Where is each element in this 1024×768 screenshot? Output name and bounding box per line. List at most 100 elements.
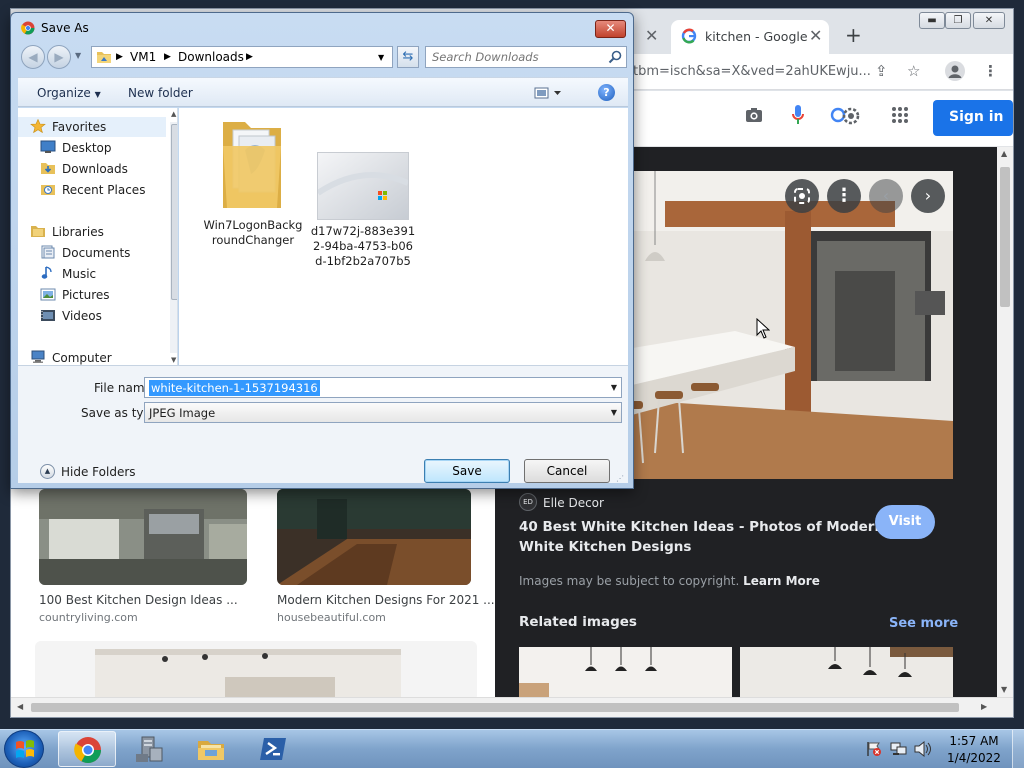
camera-search-icon[interactable] bbox=[745, 107, 763, 126]
nav-pane-scrollbar[interactable]: ▲ ▼ bbox=[170, 110, 177, 364]
start-button[interactable] bbox=[4, 730, 44, 768]
see-more-link[interactable]: See more bbox=[889, 616, 958, 631]
nav-computer[interactable]: Computer bbox=[18, 348, 166, 365]
search-downloads-input[interactable] bbox=[432, 50, 602, 64]
network-icon[interactable] bbox=[890, 741, 908, 760]
tab-kitchen-google[interactable]: kitchen - Google ✕ bbox=[671, 20, 829, 54]
tab-close-icon[interactable]: ✕ bbox=[809, 26, 822, 45]
dialog-close-button[interactable]: ✕ bbox=[595, 20, 626, 38]
taskbar-chrome[interactable] bbox=[58, 731, 116, 767]
file-item-folder[interactable]: Win7LogonBackg roundChanger bbox=[197, 116, 309, 248]
scroll-left-arrow-icon[interactable]: ◀ bbox=[17, 702, 23, 711]
minimize-button[interactable]: ▬ bbox=[919, 12, 945, 29]
history-dropdown-icon[interactable]: ▼ bbox=[75, 51, 81, 60]
address-breadcrumb-bar[interactable]: ▶ VM1 ▶ Downloads ▶ ▼ bbox=[91, 46, 393, 68]
tab-previous[interactable]: ✕ bbox=[635, 20, 665, 54]
forward-arrow-icon[interactable]: ▶ bbox=[47, 45, 71, 69]
search-icon[interactable] bbox=[608, 50, 622, 67]
page-vertical-scrollbar[interactable]: ▲ ▼ bbox=[997, 147, 1013, 697]
back-arrow-icon[interactable]: ◀ bbox=[21, 45, 45, 69]
breadcrumb-vm1[interactable]: VM1 bbox=[130, 50, 156, 64]
organize-button[interactable]: Organize ▼ bbox=[37, 86, 101, 100]
computer-icon bbox=[30, 350, 46, 364]
save-as-type-dropdown-icon[interactable]: ▼ bbox=[607, 403, 621, 422]
cancel-button[interactable]: Cancel bbox=[524, 459, 610, 483]
taskbar-server-manager[interactable] bbox=[120, 731, 178, 767]
result-thumbnail-3[interactable] bbox=[35, 641, 477, 701]
nav-music[interactable]: Music bbox=[18, 264, 166, 284]
nav-scroll-down-icon[interactable]: ▼ bbox=[171, 356, 176, 364]
result-caption-1[interactable]: 100 Best Kitchen Design Ideas ... bbox=[39, 593, 238, 607]
share-icon[interactable]: ⇪ bbox=[875, 62, 888, 80]
copyright-text: Images may be subject to copyright. bbox=[519, 574, 740, 588]
nav-desktop[interactable]: Desktop bbox=[18, 138, 166, 158]
new-folder-button[interactable]: New folder bbox=[128, 86, 193, 100]
nav-videos[interactable]: Videos bbox=[18, 306, 166, 326]
learn-more-link[interactable]: Learn More bbox=[743, 574, 820, 588]
related-thumbnail-1[interactable] bbox=[519, 647, 732, 697]
google-lens-icon[interactable] bbox=[785, 179, 819, 213]
clock-date[interactable]: 1/4/2022 bbox=[944, 751, 1004, 765]
taskbar-explorer[interactable] bbox=[182, 731, 240, 767]
save-button[interactable]: Save bbox=[424, 459, 510, 483]
nav-documents[interactable]: Documents bbox=[18, 243, 166, 263]
nav-downloads[interactable]: Downloads bbox=[18, 159, 166, 179]
scroll-down-arrow-icon[interactable]: ▼ bbox=[1001, 685, 1007, 694]
more-options-icon[interactable]: ⋮ bbox=[827, 179, 861, 213]
breadcrumb-separator-icon[interactable]: ▶ bbox=[246, 52, 253, 62]
clock-time[interactable]: 1:57 AM bbox=[944, 734, 1004, 748]
show-desktop-button[interactable] bbox=[1012, 730, 1024, 768]
organize-dropdown-icon: ▼ bbox=[94, 90, 101, 99]
file-item-image[interactable]: d17w72j-883e391 2-94ba-4753-b06 d-1bf2b2… bbox=[307, 116, 419, 269]
address-bar[interactable]: tbm=isch&sa=X&ved=2ahUKEwju... bbox=[633, 64, 871, 79]
next-image-icon[interactable]: › bbox=[911, 179, 945, 213]
image-title[interactable]: 40 Best White Kitchen Ideas - Photos of … bbox=[519, 517, 884, 557]
new-tab-icon[interactable]: + bbox=[845, 23, 862, 47]
kebab-menu-icon[interactable]: ⋮ bbox=[983, 62, 998, 80]
resize-grip-icon[interactable]: ⋰ bbox=[616, 474, 624, 483]
refresh-icon[interactable]: ⇆ bbox=[397, 46, 419, 68]
file-name-dropdown-icon[interactable]: ▼ bbox=[607, 378, 621, 397]
breadcrumb-separator-icon[interactable]: ▶ bbox=[164, 52, 171, 62]
nav-scroll-thumb[interactable] bbox=[171, 124, 177, 300]
window-close-button[interactable]: ✕ bbox=[973, 12, 1005, 29]
result-thumbnail-1[interactable] bbox=[39, 489, 247, 585]
scroll-right-arrow-icon[interactable]: ▶ bbox=[981, 702, 987, 711]
taskbar-powershell[interactable] bbox=[244, 731, 302, 767]
breadcrumb-separator-icon[interactable]: ▶ bbox=[116, 52, 123, 62]
result-caption-2[interactable]: Modern Kitchen Designs For 2021 ... bbox=[277, 593, 495, 607]
save-as-type-select[interactable]: JPEG Image ▼ bbox=[144, 402, 622, 423]
microphone-icon[interactable] bbox=[791, 104, 805, 129]
vertical-scroll-thumb[interactable] bbox=[1000, 167, 1010, 307]
previous-image-icon[interactable]: ‹ bbox=[869, 179, 903, 213]
scroll-up-arrow-icon[interactable]: ▲ bbox=[1001, 149, 1007, 158]
result-thumbnail-2[interactable] bbox=[277, 489, 471, 585]
address-dropdown-icon[interactable]: ▼ bbox=[378, 53, 384, 62]
bookmark-star-icon[interactable]: ☆ bbox=[907, 62, 920, 80]
nav-favorites[interactable]: Favorites bbox=[18, 117, 166, 137]
search-downloads-box[interactable] bbox=[425, 46, 627, 68]
page-horizontal-scrollbar[interactable]: ◀ ▶ bbox=[11, 697, 1013, 717]
related-thumbnail-2[interactable] bbox=[740, 647, 953, 697]
lens-settings-icon[interactable] bbox=[829, 105, 861, 130]
horizontal-scroll-thumb[interactable] bbox=[31, 703, 959, 712]
nav-libraries[interactable]: Libraries bbox=[18, 222, 166, 242]
source-name[interactable]: Elle Decor bbox=[543, 496, 604, 510]
sign-in-button[interactable]: Sign in bbox=[933, 100, 1013, 136]
nav-scroll-up-icon[interactable]: ▲ bbox=[171, 110, 176, 118]
apps-grid-icon[interactable] bbox=[891, 106, 909, 127]
action-center-flag-icon[interactable] bbox=[866, 741, 882, 760]
visit-button[interactable]: Visit bbox=[875, 505, 935, 539]
maximize-button[interactable]: ❐ bbox=[945, 12, 971, 29]
file-name-input[interactable]: white-kitchen-1-1537194316 ▼ bbox=[144, 377, 622, 398]
breadcrumb-downloads[interactable]: Downloads bbox=[178, 50, 244, 64]
view-options-icon[interactable] bbox=[534, 86, 564, 103]
file-name: d17w72j-883e391 2-94ba-4753-b06 d-1bf2b2… bbox=[307, 224, 419, 269]
profile-avatar-icon[interactable] bbox=[945, 61, 965, 81]
volume-icon[interactable] bbox=[914, 740, 932, 760]
nav-pictures[interactable]: Pictures bbox=[18, 285, 166, 305]
tab-close-icon[interactable]: ✕ bbox=[645, 26, 658, 45]
file-name: Win7LogonBackg roundChanger bbox=[197, 218, 309, 248]
nav-recent-places[interactable]: Recent Places bbox=[18, 180, 166, 200]
help-icon[interactable]: ? bbox=[598, 84, 615, 101]
